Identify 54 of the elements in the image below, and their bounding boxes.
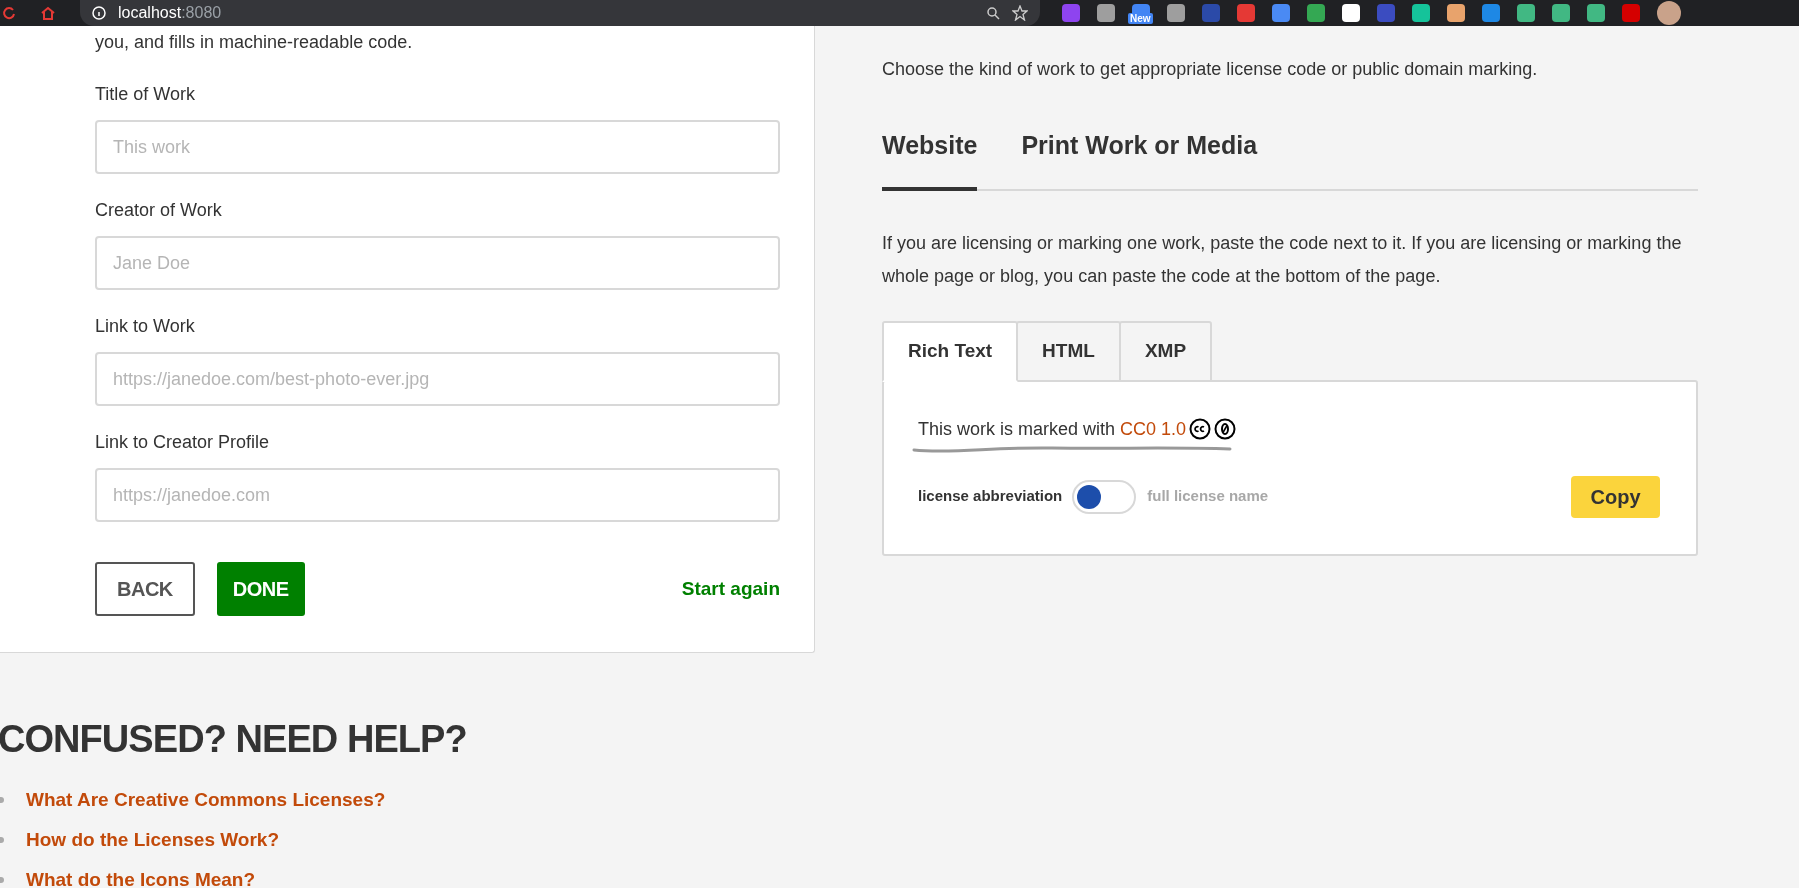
done-button[interactable]: DONE [216,562,305,616]
text-field[interactable]: This work [95,120,780,174]
extension-icon[interactable] [1412,4,1430,22]
profile-avatar[interactable] [1657,1,1681,25]
code-tab[interactable]: Rich Text [882,320,1019,382]
extension-icon[interactable] [1517,4,1535,22]
intro-text: you, and fills in machine-readable code. [95,31,414,54]
extension-icon[interactable] [1552,4,1570,22]
zoom-icon[interactable] [986,6,1000,20]
help-heading: CONFUSED? NEED HELP? [0,720,468,758]
toggle-left-label: license abbreviation [918,486,1063,507]
address-bar[interactable]: localhost:8080 [80,0,1040,26]
field-label: Title of Work [95,83,197,106]
copy-button[interactable]: Copy [1571,475,1660,518]
description-text: Choose the kind of work to get appropriate license code or public domain marking. [882,58,1539,81]
toggle-right-label: full license name [1147,486,1269,507]
help-link[interactable]: How do the Licenses Work? [26,825,280,855]
star-icon[interactable] [1012,5,1028,21]
extension-icon[interactable] [1167,4,1185,22]
cc-icon [1189,418,1212,440]
extension-icon[interactable] [1307,4,1325,22]
instructions-text: If you are licensing or marking one work, paste the code next to it. If you are licensing or marking the whole page or blog, you can paste the code at the bottom of the page. [882,231,1683,288]
extension-icon[interactable] [1482,4,1500,22]
code-tab[interactable]: XMP [1118,320,1213,382]
text-field[interactable]: https://janedoe.com/best-photo-ever.jpg [95,352,780,406]
text-field[interactable]: https://janedoe.com [95,468,780,522]
attribution-text: This work is marked with CC0 1.0 [918,417,1187,441]
extension-icon[interactable] [1447,4,1465,22]
field-label: Link to Creator Profile [95,431,271,454]
extension-icon[interactable] [1272,4,1290,22]
extension-icon[interactable] [1062,4,1080,22]
field-label: Creator of Work [95,199,223,222]
tab[interactable]: Website [882,127,978,191]
start-again-link[interactable]: Start again [681,574,780,604]
tab[interactable]: Print Work or Media [1021,127,1258,191]
extension-icon[interactable] [1622,4,1640,22]
url-text: localhost:8080 [118,5,222,21]
extension-icon[interactable] [1237,4,1255,22]
help-link[interactable]: What Are Creative Commons Licenses? [26,785,386,815]
license-link[interactable]: CC0 1.0 [1120,418,1187,439]
field-label: Link to Work [95,315,196,338]
info-icon[interactable] [92,6,106,20]
new-badge: New [1128,13,1153,24]
help-link[interactable]: What do the Icons Mean? [26,865,256,888]
extension-icon[interactable] [1587,4,1605,22]
home-icon[interactable] [40,6,56,20]
back-button[interactable]: BACK [95,562,195,616]
reload-icon[interactable] [2,6,16,20]
extension-icon[interactable] [1132,4,1150,13]
text-field[interactable]: Jane Doe [95,236,780,290]
extension-icon[interactable] [1097,4,1115,22]
public-domain-zero-icon [1214,418,1237,440]
toggle-switch[interactable] [1072,479,1137,514]
extension-icon[interactable] [1342,4,1360,22]
